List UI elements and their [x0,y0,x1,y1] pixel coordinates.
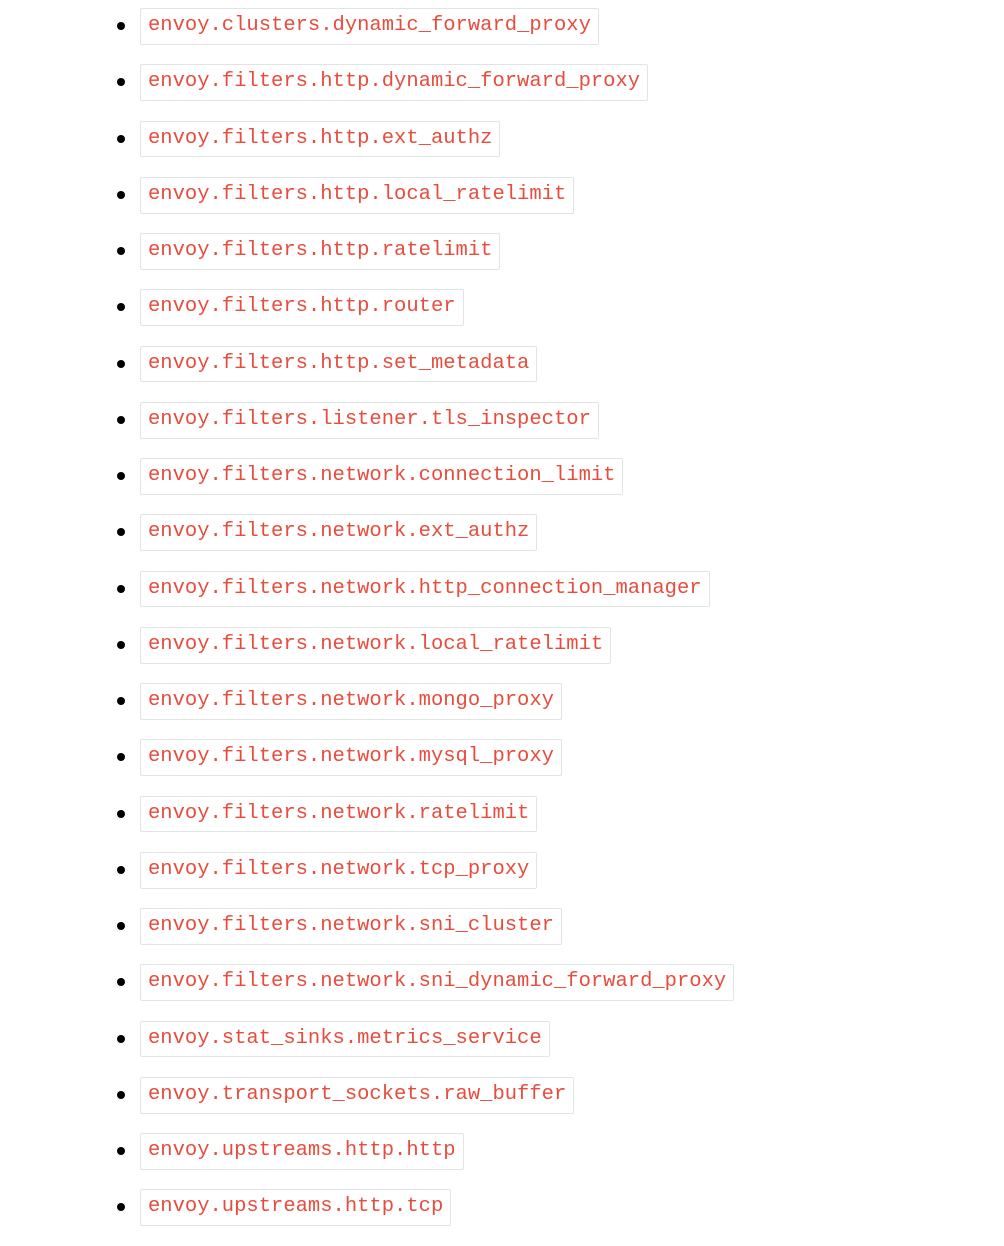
extension-code: envoy.filters.network.ext_authz [140,514,537,551]
extension-code: envoy.stat_sinks.metrics_service [140,1021,550,1058]
extension-code: envoy.filters.network.ratelimit [140,796,537,833]
extension-list: envoy.clusters.dynamic_forward_proxy env… [0,8,1004,1226]
extension-code: envoy.upstreams.http.tcp [140,1189,451,1226]
extension-code: envoy.upstreams.http.http [140,1133,464,1170]
list-item: envoy.filters.http.dynamic_forward_proxy [95,64,1004,101]
list-item: envoy.filters.network.ext_authz [95,514,1004,551]
extension-code: envoy.filters.http.local_ratelimit [140,177,574,214]
extension-code: envoy.filters.http.dynamic_forward_proxy [140,64,648,101]
extension-code: envoy.filters.http.ext_authz [140,121,500,158]
extension-code: envoy.filters.network.tcp_proxy [140,852,537,889]
list-item: envoy.filters.network.tcp_proxy [95,852,1004,889]
extension-code: envoy.filters.http.ratelimit [140,233,500,270]
list-item: envoy.filters.network.local_ratelimit [95,627,1004,664]
list-item: envoy.stat_sinks.metrics_service [95,1021,1004,1058]
extension-code: envoy.clusters.dynamic_forward_proxy [140,8,599,45]
extension-code: envoy.filters.listener.tls_inspector [140,402,599,439]
list-item: envoy.filters.network.mongo_proxy [95,683,1004,720]
list-item: envoy.upstreams.http.tcp [95,1189,1004,1226]
extension-code: envoy.filters.network.connection_limit [140,458,623,495]
list-item: envoy.filters.http.set_metadata [95,346,1004,383]
extension-code: envoy.filters.network.sni_dynamic_forwar… [140,964,734,1001]
list-item: envoy.filters.network.sni_dynamic_forwar… [95,964,1004,1001]
extension-code: envoy.filters.http.router [140,289,464,326]
list-item: envoy.filters.http.local_ratelimit [95,177,1004,214]
extension-code: envoy.filters.network.sni_cluster [140,908,562,945]
extension-code: envoy.filters.network.http_connection_ma… [140,571,710,608]
list-item: envoy.filters.http.ratelimit [95,233,1004,270]
list-item: envoy.clusters.dynamic_forward_proxy [95,8,1004,45]
list-item: envoy.filters.listener.tls_inspector [95,402,1004,439]
extension-code: envoy.filters.http.set_metadata [140,346,537,383]
extension-code: envoy.filters.network.mysql_proxy [140,739,562,776]
list-item: envoy.transport_sockets.raw_buffer [95,1077,1004,1114]
list-item: envoy.filters.network.ratelimit [95,796,1004,833]
list-item: envoy.filters.network.connection_limit [95,458,1004,495]
list-item: envoy.upstreams.http.http [95,1133,1004,1170]
list-item: envoy.filters.http.ext_authz [95,121,1004,158]
list-item: envoy.filters.network.mysql_proxy [95,739,1004,776]
extension-code: envoy.filters.network.local_ratelimit [140,627,611,664]
extension-code: envoy.filters.network.mongo_proxy [140,683,562,720]
list-item: envoy.filters.network.http_connection_ma… [95,571,1004,608]
list-item: envoy.filters.network.sni_cluster [95,908,1004,945]
extension-code: envoy.transport_sockets.raw_buffer [140,1077,574,1114]
list-item: envoy.filters.http.router [95,289,1004,326]
